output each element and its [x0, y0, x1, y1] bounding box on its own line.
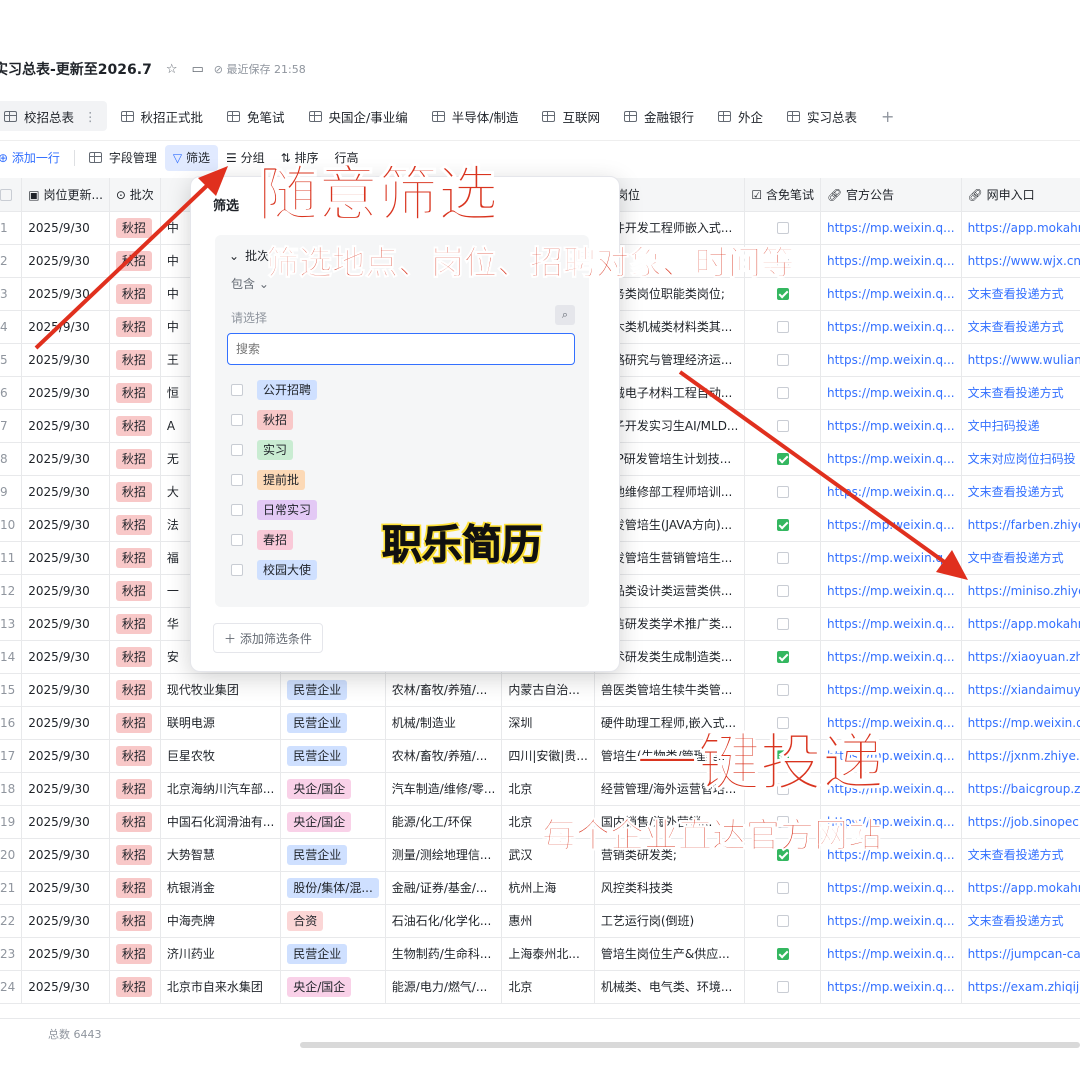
subtitle-apply: 每个企业直达官方网站 [542, 816, 883, 857]
brand-watermark: 职乐简历 [382, 522, 543, 569]
arrow-to-filter [34, 176, 217, 350]
subtitle-filter: 筛选地点、岗位、招聘对象、时间等 [266, 243, 795, 283]
arrow-head [936, 550, 968, 580]
headline-filter: 随意筛选 [258, 160, 499, 231]
headline-apply: 一键投递 [635, 726, 885, 800]
arrow-to-apply [678, 370, 952, 568]
